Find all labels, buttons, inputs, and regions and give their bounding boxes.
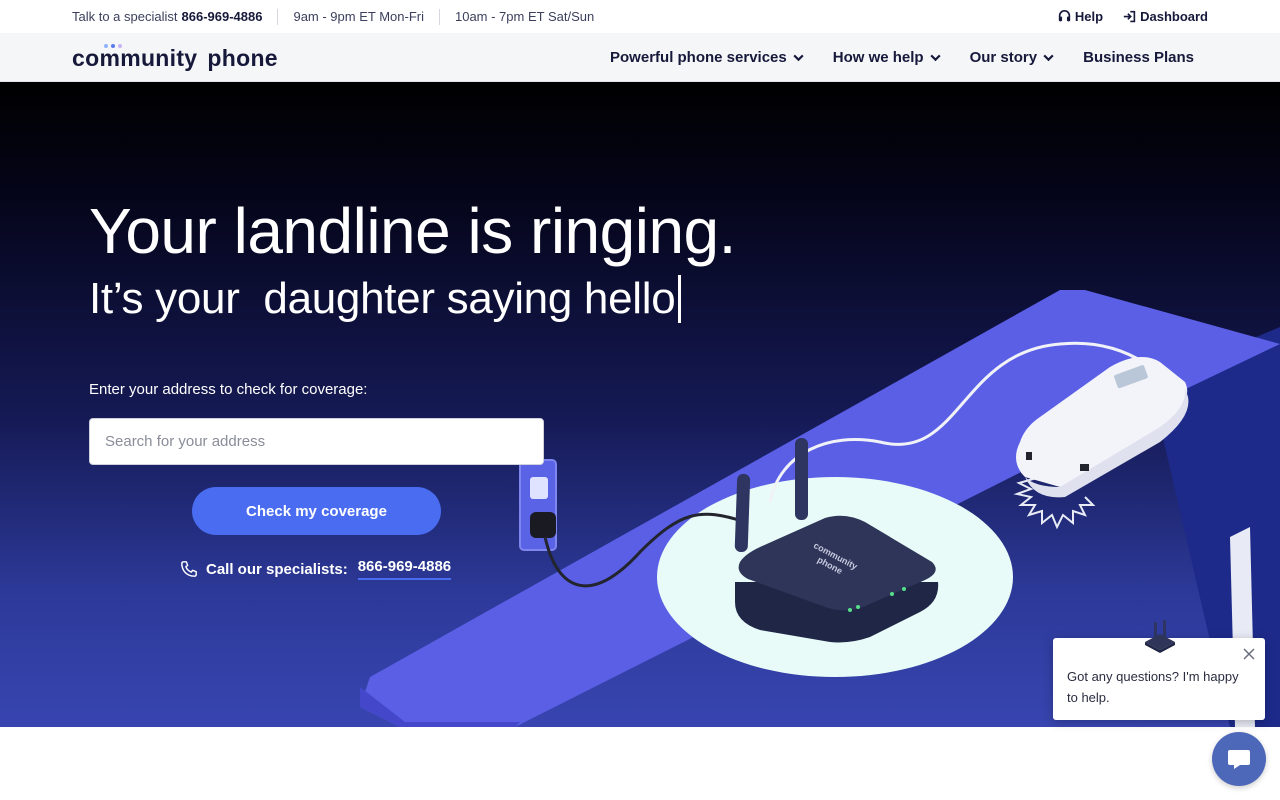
call-phone-link[interactable]: 866-969-4886 [357,558,452,580]
desk-phone-jack [1026,452,1032,460]
chevron-down-icon [793,54,804,62]
divider [438,8,440,25]
help-label: Help [1074,9,1104,24]
specialist-contact[interactable]: Talk to a specialist 866-969-4886 [72,0,262,33]
address-search-input[interactable] [89,418,544,465]
router-led [856,605,860,609]
contact-info: Talk to a specialist 866-969-4886 9am - … [72,0,594,33]
router-led [902,587,906,591]
router-led [848,608,852,612]
hero-subline-text: It’s your daughter saying hello [89,274,676,323]
antenna [734,474,751,553]
hero-section: community phone Your landline is ringing… [0,82,1280,727]
coverage-label: Enter your address to check for coverage… [89,381,368,398]
nav-item-label: Business Plans [1083,49,1194,66]
close-icon[interactable] [1241,646,1257,662]
chevron-down-icon [929,54,941,62]
weekend-hours: 10am - 7pm ET Sat/Sun [454,9,595,24]
nav-menu: Powerful phone services How we help Our … [610,33,1194,82]
logo-word-phone: phone [207,44,278,71]
hero-illustration: community phone [360,290,1280,727]
headset-icon [1058,10,1071,22]
weekday-hours: 9am - 9pm ET Mon-Fri [293,9,424,24]
logo[interactable]: community phone [72,42,278,74]
logo-dot [118,44,122,48]
antenna [795,438,808,520]
logo-word-community: community [72,44,198,71]
dashboard-label: Dashboard [1140,9,1208,24]
typing-cursor [678,275,682,323]
hero-headline: Your landline is ringing. [89,195,736,267]
top-utility-bar: Talk to a specialist 866-969-4886 9am - … [0,0,1280,33]
main-nav: community phone Powerful phone services … [0,33,1280,82]
logo-dot [111,44,115,48]
call-specialists: Call our specialists: 866-969-4886 [180,558,452,580]
sign-in-icon [1123,10,1136,23]
nav-item-powerful-phone-services[interactable]: Powerful phone services [610,49,805,66]
call-label: Call our specialists: [206,560,348,578]
specialist-phone-link[interactable]: 866-969-4886 [182,9,263,24]
hero-subline: It’s your daughter saying hello [89,274,682,324]
router-led [890,592,894,596]
phone-icon [181,561,197,577]
nav-item-label: Powerful phone services [610,49,787,66]
outlet-socket [530,477,548,499]
chevron-down-icon [1043,54,1054,62]
divider [277,8,279,25]
chat-message: Got any questions? I'm happy to help. [1067,669,1239,705]
plug [530,512,556,538]
router-mascot-icon [1145,620,1175,653]
nav-item-label: Our story [969,49,1038,66]
nav-item-our-story[interactable]: Our story [970,49,1056,66]
nav-item-how-we-help[interactable]: How we help [833,49,942,66]
check-coverage-button[interactable]: Check my coverage [192,487,441,535]
logo-dot [104,44,108,48]
utility-links: Help Dashboard [1058,0,1208,33]
chat-icon [1228,750,1250,769]
desk-phone-jack [1080,464,1089,471]
nav-item-business-plans[interactable]: Business Plans [1083,49,1194,66]
specialist-label: Talk to a specialist [72,9,178,24]
logo-dots [104,44,122,48]
nav-item-label: How we help [832,49,924,66]
chat-launcher-button[interactable] [1212,732,1266,786]
help-link[interactable]: Help [1058,9,1103,24]
dashboard-link[interactable]: Dashboard [1123,9,1208,24]
